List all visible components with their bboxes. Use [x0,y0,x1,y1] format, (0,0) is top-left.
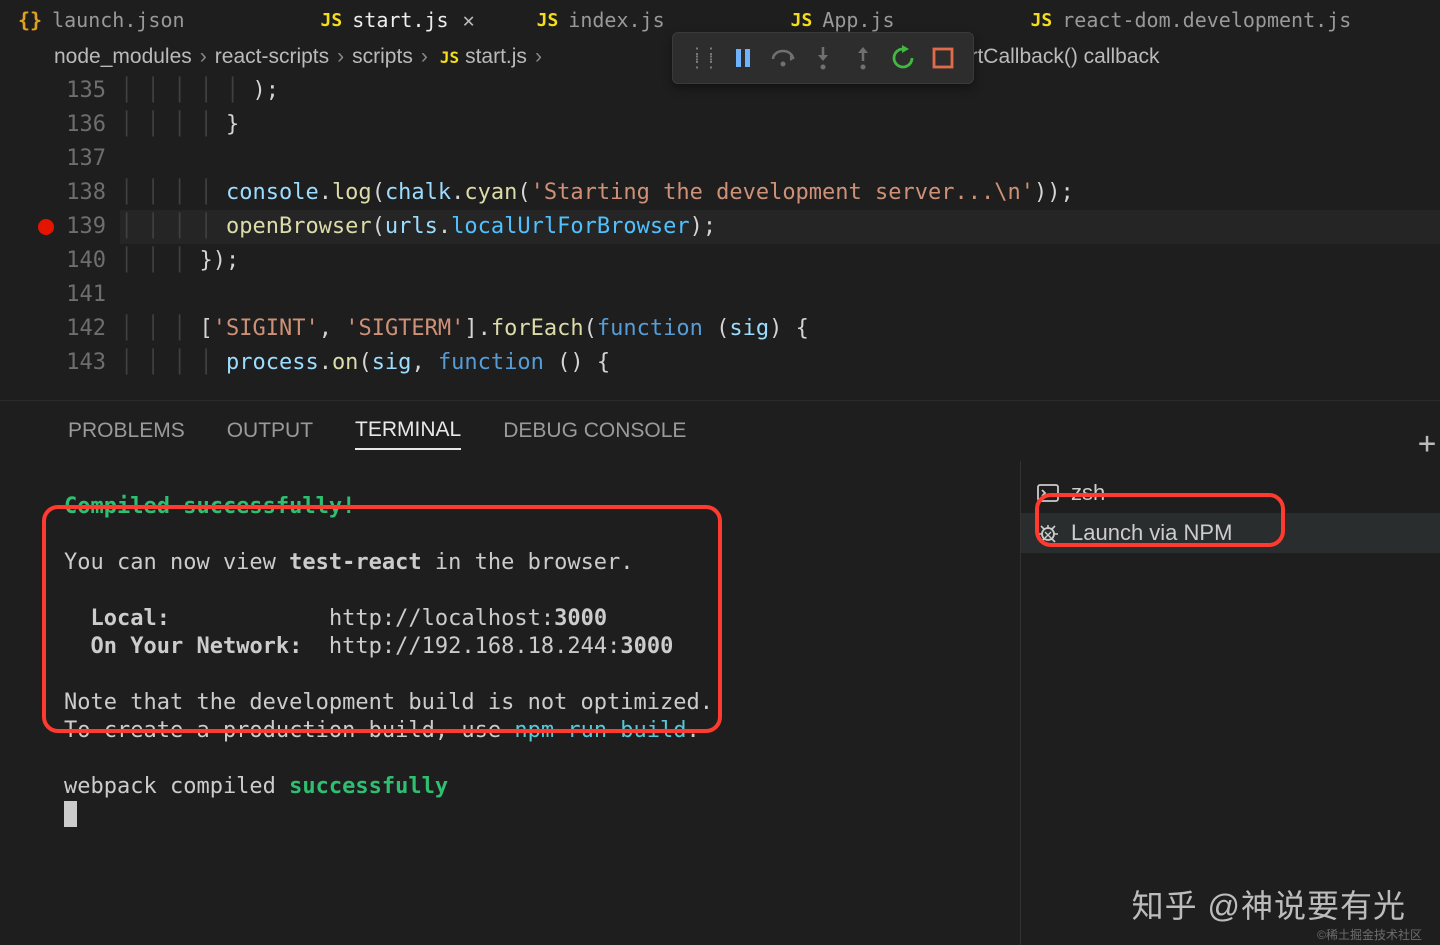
line-number[interactable]: 135 [0,74,106,108]
breadcrumb-part[interactable]: scripts [352,45,413,69]
code-line[interactable]: │ │ │ │ process.on(sig, function () { [120,346,1440,380]
stop-button[interactable] [923,37,963,79]
tab-label: index.js [568,8,664,32]
tab-index-js[interactable]: JS index.js [519,0,683,40]
term-webpack-status: successfully [289,774,448,799]
line-number-gutter[interactable]: 135136137138139140141142143 [0,74,120,400]
terminal-output[interactable]: Compiled successfully! You can now view … [0,461,1020,945]
code-line[interactable] [120,278,1440,312]
line-number[interactable]: 141 [0,278,106,312]
code-line[interactable]: │ │ │ │ } [120,108,1440,142]
term-webpack: webpack compiled [64,774,289,799]
js-icon: JS [440,48,459,67]
tab-problems[interactable]: PROBLEMS [68,413,185,449]
chevron-right-icon: › [421,45,428,69]
close-icon[interactable]: ✕ [463,8,475,32]
restart-button[interactable] [883,37,923,79]
panel-tabs: PROBLEMS OUTPUT TERMINAL DEBUG CONSOLE [0,401,1440,461]
chevron-right-icon: › [337,45,344,69]
breakpoint-icon[interactable] [38,219,54,235]
tab-label: launch.json [52,8,184,32]
js-icon: JS [791,10,813,31]
breadcrumb-part[interactable]: start.js [465,45,527,69]
annotation-box [1035,493,1285,547]
tab-label: react-dom.development.js [1062,8,1351,32]
code-line[interactable]: │ │ │ │ openBrowser(urls.localUrlForBrow… [120,210,1440,244]
line-number[interactable]: 136 [0,108,106,142]
js-icon: JS [537,10,559,31]
bottom-panel: PROBLEMS OUTPUT TERMINAL DEBUG CONSOLE +… [0,400,1440,945]
step-into-button[interactable] [803,37,843,79]
tab-debug-console[interactable]: DEBUG CONSOLE [503,413,686,449]
tab-start-js[interactable]: JS start.js ✕ [303,0,493,40]
tab-launch-json[interactable]: {} launch.json [0,0,203,40]
code-line[interactable]: │ │ │ │ console.log(chalk.cyan('Starting… [120,176,1440,210]
line-number[interactable]: 140 [0,244,106,278]
chevron-right-icon: › [535,45,542,69]
tab-terminal[interactable]: TERMINAL [355,412,461,450]
pause-button[interactable] [723,37,763,79]
tab-label: App.js [822,8,894,32]
watermark-small: ©稀土掘金技术社区 [1317,926,1422,943]
chevron-right-icon: › [200,45,207,69]
annotation-box [42,505,722,733]
code-content[interactable]: │ │ │ │ │ );│ │ │ │ }│ │ │ │ console.log… [120,74,1440,400]
step-out-button[interactable] [843,37,883,79]
js-icon: JS [1031,10,1053,31]
terminal-cursor [64,801,77,827]
line-number[interactable]: 142 [0,312,106,346]
drag-grip-icon[interactable]: ⋮⋮⋮⋮ [683,37,723,79]
line-number[interactable]: 143 [0,346,106,380]
terminal-list: zsh Launch via NPM [1020,461,1440,945]
js-icon: JS [321,10,343,31]
code-line[interactable]: │ │ │ }); [120,244,1440,278]
tab-label: start.js [352,8,448,32]
tab-output[interactable]: OUTPUT [227,413,313,449]
new-terminal-button[interactable]: + [1418,426,1436,461]
json-icon: {} [18,8,42,32]
line-number[interactable]: 137 [0,142,106,176]
watermark: 知乎 @神说要有光 [1132,881,1406,927]
code-editor[interactable]: 135136137138139140141142143 │ │ │ │ │ );… [0,74,1440,400]
tab-react-dom[interactable]: JS react-dom.development.js [1013,0,1370,40]
step-over-button[interactable] [763,37,803,79]
code-line[interactable]: │ │ │ ['SIGINT', 'SIGTERM'].forEach(func… [120,312,1440,346]
line-number[interactable]: 138 [0,176,106,210]
breadcrumb-part[interactable]: react-scripts [215,45,329,69]
code-line[interactable] [120,142,1440,176]
breadcrumb-part[interactable]: node_modules [54,45,192,69]
debug-toolbar[interactable]: ⋮⋮⋮⋮ [672,32,974,84]
